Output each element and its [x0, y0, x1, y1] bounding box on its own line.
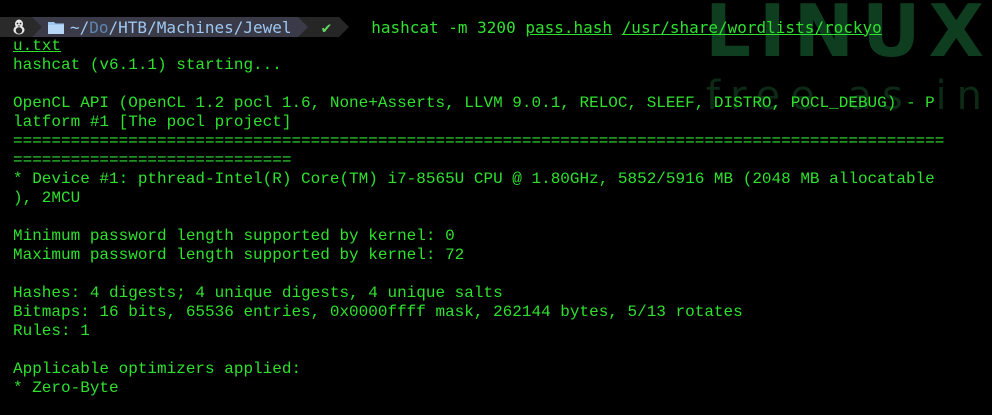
- output-line: Maximum password length supported by ker…: [13, 246, 465, 264]
- output-line: latform #1 [The pocl project]: [13, 113, 292, 131]
- shell-prompt: ~/Do/HTB/Machines/Jewel ✔ hashcat -m 320…: [0, 17, 992, 37]
- output-line: Minimum password length supported by ker…: [13, 227, 455, 245]
- prompt-os-segment: [0, 17, 32, 37]
- prompt-status-segment: ✔: [307, 17, 340, 37]
- command-arg-hashfile: pass.hash: [525, 17, 613, 37]
- linux-tux-icon: [12, 19, 26, 35]
- output-text: u.txt: [13, 37, 62, 55]
- folder-icon: [48, 21, 64, 34]
- output-line: * Device #1: pthread-Intel(R) Core(TM) i…: [13, 170, 935, 188]
- terminal-output[interactable]: u.txt hashcat (v6.1.1) starting... OpenCL …: [0, 37, 992, 398]
- output-line: Rules: 1: [13, 322, 90, 340]
- prompt-directory-segment: ~/Do/HTB/Machines/Jewel: [42, 17, 298, 37]
- output-line: * Zero-Byte: [13, 379, 119, 397]
- output-line: hashcat (v6.1.1) starting...: [13, 56, 282, 74]
- output-line: u.txt: [13, 37, 992, 56]
- command-arg-wordlist: /usr/share/wordlists/rockyo: [621, 17, 882, 37]
- output-line: Applicable optimizers applied:: [13, 360, 302, 378]
- output-line: OpenCL API (OpenCL 1.2 pocl 1.6, None+As…: [13, 94, 935, 112]
- command-space: [612, 18, 622, 37]
- check-icon: ✔: [321, 17, 332, 37]
- output-separator-line: ========================================…: [13, 132, 945, 150]
- prompt-separator: [297, 17, 308, 37]
- path-rest: /HTB/Machines/Jewel: [108, 17, 292, 37]
- prompt-separator: [339, 17, 350, 37]
- path-abbrev: Do: [89, 17, 109, 37]
- prompt-path: ~/Do/HTB/Machines/Jewel: [70, 18, 292, 37]
- command-text: hashcat -m 3200: [371, 17, 526, 37]
- path-prefix: ~/: [70, 17, 90, 37]
- output-separator-line: =============================: [13, 151, 292, 169]
- output-line: ), 2MCU: [13, 189, 81, 207]
- output-line: Bitmaps: 16 bits, 65536 entries, 0x0000f…: [13, 303, 743, 321]
- command-line[interactable]: hashcat -m 3200 pass.hash /usr/share/wor…: [371, 18, 882, 37]
- prompt-separator: [32, 17, 42, 37]
- output-line: Hashes: 4 digests; 4 unique digests, 4 u…: [13, 284, 503, 302]
